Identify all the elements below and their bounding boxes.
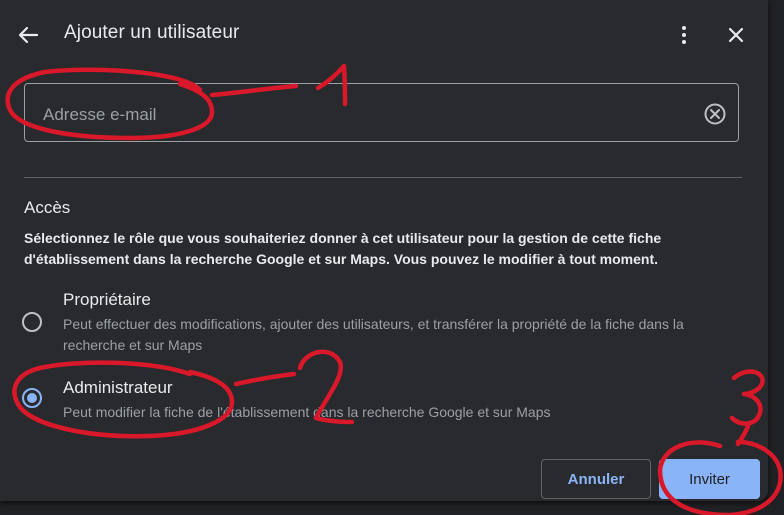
background-page-bottom: [0, 500, 784, 515]
arrow-back-icon: [18, 26, 39, 44]
role-option-owner[interactable]: Propriétaire Peut effectuer des modifica…: [20, 290, 750, 356]
clear-circle-icon: [704, 103, 726, 125]
dialog-title: Ajouter un utilisateur: [64, 22, 240, 43]
role-name-admin: Administrateur: [63, 378, 173, 397]
close-button[interactable]: [722, 21, 750, 49]
invite-button[interactable]: Inviter: [659, 459, 760, 499]
close-icon: [728, 27, 744, 43]
cancel-button[interactable]: Annuler: [541, 459, 651, 499]
radio-admin[interactable]: [22, 388, 42, 408]
role-name-owner: Propriétaire: [63, 290, 151, 309]
back-button[interactable]: [14, 21, 42, 49]
screenshot: Ajouter un utilisateur Accès: [0, 0, 784, 515]
add-user-dialog: Ajouter un utilisateur Accès: [0, 0, 768, 501]
email-input[interactable]: [41, 100, 685, 130]
role-description-admin: Peut modifier la fiche de l'établissemen…: [63, 404, 551, 420]
background-page-edge: [768, 0, 784, 515]
clear-input-button[interactable]: [702, 101, 728, 127]
more-vert-icon: [682, 26, 686, 44]
more-options-button[interactable]: [672, 21, 696, 49]
section-divider: [24, 177, 742, 178]
role-description-owner: Peut effectuer des modifications, ajoute…: [63, 316, 684, 353]
access-description: Sélectionnez le rôle que vous souhaiteri…: [24, 230, 662, 267]
role-option-admin[interactable]: Administrateur Peut modifier la fiche de…: [20, 378, 750, 422]
email-field: [24, 83, 739, 142]
radio-owner[interactable]: [22, 312, 42, 332]
access-title: Accès: [24, 198, 71, 217]
